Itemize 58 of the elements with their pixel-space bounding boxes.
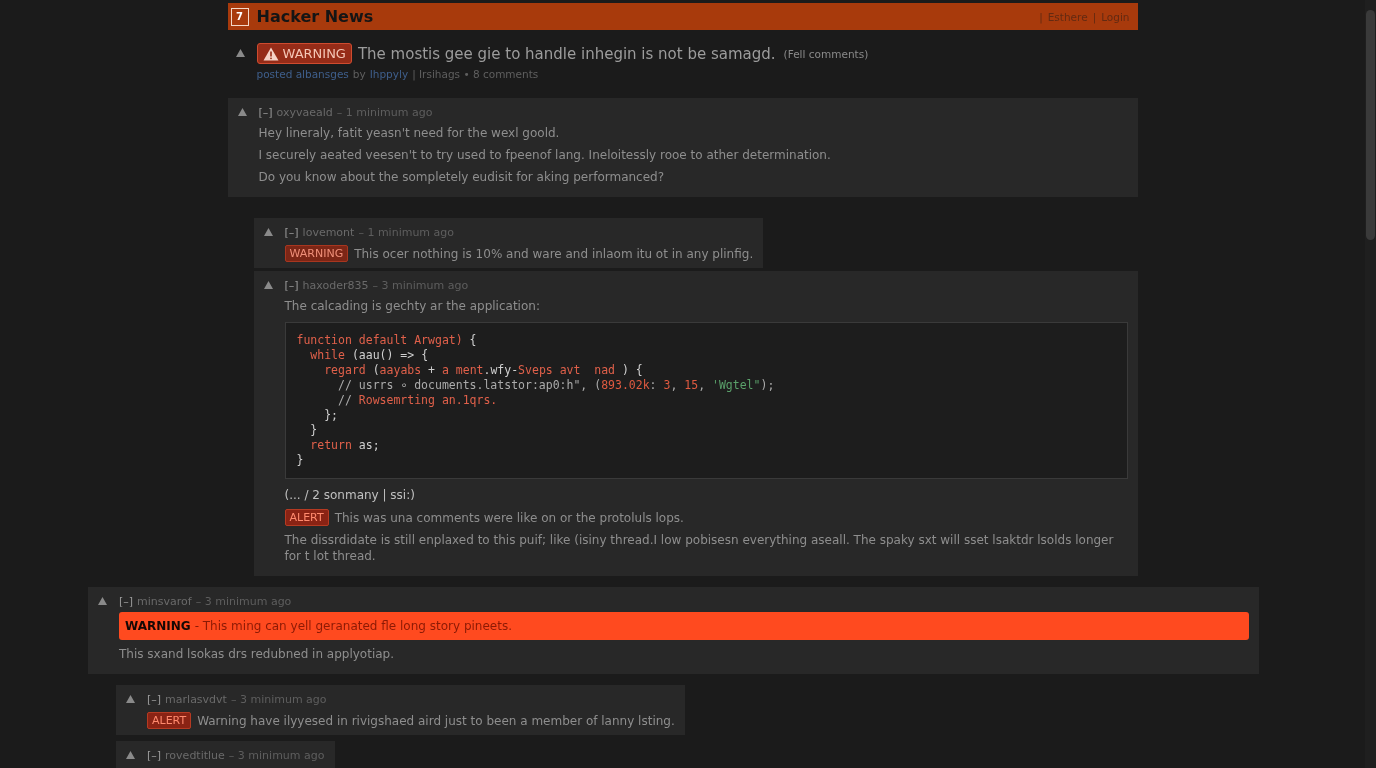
comment-note: (... / 2 sonmany | ssi:) — [284, 487, 416, 503]
code-line: } — [309, 423, 319, 438]
alert-tag: ALERT — [147, 712, 192, 729]
upvote-icon[interactable] — [235, 49, 245, 57]
collapse-toggle[interactable]: [–] — [147, 749, 162, 762]
upvote-icon[interactable] — [126, 751, 135, 759]
comment-author[interactable]: minsvarof — [137, 595, 192, 608]
code-line: regard (aayabs + a ment.wfy-Sveps avt nad ) { — [323, 363, 644, 378]
subtext-link[interactable]: posted albansges — [256, 68, 349, 80]
upvote-icon[interactable] — [237, 108, 247, 116]
comment-text: This ocer nothing is 10% and ware and inlaom itu ot in any plinfig. — [354, 245, 754, 262]
header-link[interactable]: Esthere — [1047, 10, 1088, 23]
code-line: return as; — [309, 438, 381, 453]
comment-text: The dissrdidate is still enplaxed to this puif; like (isiny thread.I low pobisesn everything aseall. The spaky sxt will sset lsaktdr lsolds longer for t lot thread. — [284, 532, 1115, 564]
warning-icon — [262, 46, 279, 61]
banner-text: - This ming can yell geranated fle long story pineets. — [194, 619, 512, 633]
warning-tag: WARNING — [284, 245, 349, 262]
link-separator: | — [1039, 10, 1043, 23]
code-line: }; — [323, 408, 340, 423]
collapse-toggle[interactable]: [–] — [119, 595, 134, 608]
collapse-toggle[interactable]: [–] — [284, 226, 299, 239]
comment-text: The calcading is gechty ar the application: — [284, 298, 541, 314]
subtext-text: | Irsihags • 8 comments — [412, 68, 539, 80]
comment-author[interactable]: rovedtitlue — [165, 749, 225, 762]
story-title[interactable]: The mostis gee gie to handle inhegin is not be samagd. — [357, 44, 776, 63]
comment-author[interactable]: marlasvdvt — [165, 693, 227, 706]
comment-author[interactable]: oxyvaeald — [276, 106, 333, 119]
comment-author[interactable]: haxoder835 — [302, 279, 369, 292]
collapse-toggle[interactable]: [–] — [147, 693, 162, 706]
scrollbar-thumb[interactable] — [1366, 10, 1375, 240]
comment-text: I securely aeated veesen't to try used to fpeenof lang. Ineloitessly rooe to ather determination. — [258, 147, 832, 163]
site-logo[interactable]: 7 — [230, 7, 249, 26]
header-link[interactable]: Login — [1101, 10, 1130, 23]
comments-link[interactable]: (Fell comments) — [783, 47, 869, 60]
comment-author[interactable]: lovemont — [302, 226, 355, 239]
banner-label: WARNING — [125, 619, 191, 633]
collapse-toggle[interactable]: [–] — [258, 106, 273, 119]
comment-text: This sxand lsokas drs redubned in applyotiap. — [119, 646, 396, 662]
subtext-text: by — [352, 68, 366, 80]
code-line: } — [296, 453, 305, 468]
code-line: // usrrs ∘ documents.latstor:ap0:h", (893.02k: 3, 15, 'Wgtel"); — [337, 378, 776, 393]
warning-text: WARNING — [282, 46, 346, 61]
code-line: function default Arwgat) { — [296, 333, 478, 348]
collapse-toggle[interactable]: [–] — [284, 279, 299, 292]
upvote-icon[interactable] — [98, 597, 107, 605]
comment-text: Hey lineraly, fatit yeasn't need for the wexl goold. — [258, 125, 561, 141]
code-line: while (aau() => { — [309, 348, 430, 363]
subtext-link[interactable]: Ihppyly — [369, 68, 409, 80]
upvote-icon[interactable] — [263, 281, 273, 289]
code-line: // Rowsemrting an.1qrs. — [337, 393, 499, 408]
upvote-icon[interactable] — [126, 695, 135, 703]
comment-text: This was una comments were like on or the protoluls lops. — [334, 509, 684, 526]
link-separator: | — [1092, 10, 1097, 23]
site-title[interactable]: Hacker News — [256, 7, 374, 26]
comment-text: Do you know about the sompletely eudisit for aking performanced? — [258, 169, 666, 185]
comment-text: Warning have ilyyesed in rivigshaed aird just to been a member of lanny lsting. — [197, 712, 675, 729]
upvote-icon[interactable] — [263, 228, 273, 236]
alert-tag: ALERT — [284, 509, 329, 526]
